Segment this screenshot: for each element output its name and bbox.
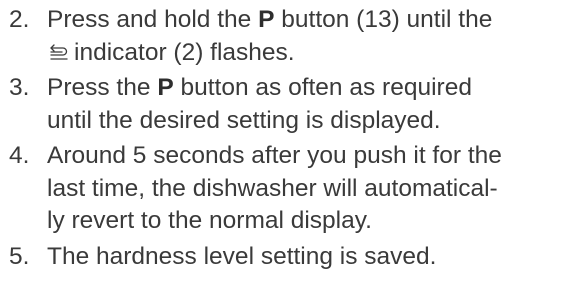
step-line: Press the P button as often as required <box>47 72 580 105</box>
step-line: Around 5 seconds after you push it for t… <box>47 142 502 169</box>
step-5: 5. The hardness level setting is saved. <box>0 241 580 274</box>
instruction-steps: 2. Press and hold the P button (13) unti… <box>0 4 580 273</box>
step-text: Press and hold the <box>47 6 259 33</box>
step-3: 3. Press the P button as often as requir… <box>0 72 580 137</box>
step-number: 3. <box>9 74 30 101</box>
p-button-label: P <box>258 6 275 33</box>
step-text: button as often as required <box>173 74 472 101</box>
step-line: The hardness level setting is saved. <box>47 242 437 270</box>
step-line: last time, the dishwasher will automatic… <box>47 174 498 202</box>
step-4: 4. Around 5 seconds after you push it fo… <box>0 140 580 238</box>
step-text: indicator (2) flashes. <box>74 38 295 66</box>
step-number: 4. <box>9 142 30 169</box>
step-number: 2. <box>9 6 30 33</box>
step-line: Press and hold the P button (13) until t… <box>47 4 580 37</box>
step-text: Press the <box>47 74 158 101</box>
step-number: 5. <box>9 242 30 270</box>
water-softener-icon <box>48 40 70 62</box>
p-button-label: P <box>157 74 174 101</box>
step-2: 2. Press and hold the P button (13) unti… <box>0 4 580 69</box>
step-text: button (13) until the <box>274 6 493 33</box>
step-line: indicator (2) flashes. <box>47 37 580 70</box>
step-line: until the desired setting is displayed. <box>47 106 441 134</box>
step-line: ly revert to the normal display. <box>47 207 372 234</box>
